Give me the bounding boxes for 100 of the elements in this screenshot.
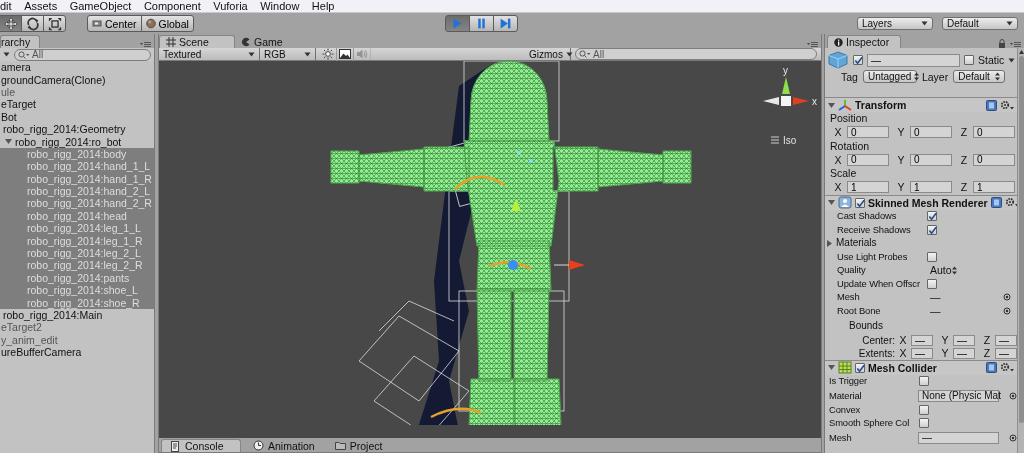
tag-dropdown[interactable]: Untagged xyxy=(862,70,917,83)
scene-toggle-button[interactable] xyxy=(320,47,337,61)
tree-item[interactable]: robo_rigg_2014:ro_bot xyxy=(0,135,154,148)
checkbox[interactable] xyxy=(855,197,865,208)
number-field[interactable]: — xyxy=(953,334,975,346)
layer-dropdown[interactable]: Default xyxy=(953,70,1006,83)
checkbox[interactable] xyxy=(853,55,863,65)
foldout-arrow-icon[interactable] xyxy=(828,364,835,371)
tree-item[interactable]: ule xyxy=(0,85,154,99)
foldout-arrow-icon[interactable] xyxy=(826,239,833,247)
tree-item[interactable]: groundCamera(Clone) xyxy=(0,73,154,86)
help-book-icon[interactable] xyxy=(990,197,1002,208)
number-field[interactable]: 0 xyxy=(973,126,1015,138)
pivot-button[interactable]: Center xyxy=(87,15,142,32)
panel-tab[interactable]: Inspector xyxy=(827,35,901,48)
search-field[interactable]: All xyxy=(14,48,151,61)
object-picker-icon[interactable] xyxy=(1008,391,1017,400)
panel-menu-icon[interactable] xyxy=(140,41,151,48)
foldout-arrow-icon[interactable] xyxy=(828,101,835,109)
number-field[interactable]: 0 xyxy=(910,126,952,138)
panel-tab[interactable]: Project xyxy=(326,439,391,452)
number-field[interactable]: — xyxy=(911,334,933,346)
panel-tab[interactable]: Game xyxy=(235,35,311,48)
dropdown-value[interactable]: Auto xyxy=(927,265,952,276)
gear-icon[interactable] xyxy=(1004,197,1019,208)
gizmos-dropdown[interactable]: Gizmos xyxy=(525,47,571,61)
axis-gizmo-drawing[interactable] xyxy=(763,77,809,106)
panel-menu-icon[interactable] xyxy=(1010,41,1021,48)
pivot-button[interactable]: Global xyxy=(140,15,194,32)
search-icon xyxy=(18,50,30,59)
number-field[interactable]: — xyxy=(995,347,1017,359)
panel-tab[interactable]: Animation xyxy=(245,439,323,452)
menu-item[interactable]: dit xyxy=(0,0,12,12)
property-label: Is Trigger xyxy=(829,376,869,387)
number-field[interactable]: 0 xyxy=(847,153,889,166)
number-field[interactable]: 0 xyxy=(973,153,1015,166)
number-field[interactable]: 0 xyxy=(847,126,889,138)
lock-icon[interactable] xyxy=(998,39,1006,48)
color-mode-dropdown[interactable]: RGB xyxy=(260,47,316,61)
tree-item[interactable]: eTarget xyxy=(0,98,154,111)
object-field[interactable]: None (Physic Mat xyxy=(918,389,999,402)
help-book-icon[interactable] xyxy=(986,99,997,111)
panel-menu-icon[interactable] xyxy=(807,41,818,48)
menu-item[interactable]: Window xyxy=(260,0,300,12)
tool-button[interactable] xyxy=(0,15,22,32)
tool-button[interactable] xyxy=(43,15,66,32)
checkbox[interactable] xyxy=(964,55,974,65)
checkbox[interactable] xyxy=(927,278,937,289)
object-picker-icon[interactable] xyxy=(1008,433,1017,442)
tree-item[interactable]: amera xyxy=(0,61,154,74)
menu-item[interactable]: Component xyxy=(143,0,201,12)
layout-dropdown[interactable]: Default xyxy=(942,17,1018,30)
tree-item[interactable]: robo_rigg_2014:Main xyxy=(0,308,154,322)
checkbox[interactable] xyxy=(927,211,937,222)
layers-dropdown[interactable]: Layers xyxy=(857,17,933,30)
axis-label: X xyxy=(833,126,843,138)
name-field[interactable]: — xyxy=(867,53,960,67)
scroll-up-icon[interactable] xyxy=(1018,50,1024,54)
number-field[interactable]: 1 xyxy=(973,181,1015,193)
tree-item[interactable]: ureBufferCamera xyxy=(0,346,154,359)
checkbox[interactable] xyxy=(919,404,929,415)
foldout-arrow-icon[interactable] xyxy=(828,199,835,206)
checkbox[interactable] xyxy=(855,362,865,373)
number-field[interactable]: 1 xyxy=(910,181,952,193)
checkbox[interactable] xyxy=(919,376,929,387)
search-field[interactable]: All xyxy=(575,48,817,60)
checkbox[interactable] xyxy=(927,251,937,262)
foldout-label[interactable]: Materials xyxy=(836,238,877,249)
tree-item[interactable]: robo_rigg_2014:Geometry xyxy=(0,122,154,136)
gear-icon[interactable] xyxy=(1000,362,1014,373)
menu-item[interactable]: Help xyxy=(311,0,335,12)
render-mode-dropdown[interactable]: Textured xyxy=(159,47,260,61)
panel-tab[interactable]: rarchy xyxy=(0,35,40,48)
gear-icon[interactable] xyxy=(1000,99,1014,111)
number-field[interactable]: 0 xyxy=(910,153,952,166)
menu-item[interactable]: Vuforia xyxy=(213,0,248,12)
menu-item[interactable]: Assets xyxy=(24,0,58,12)
expand-arrow-icon[interactable] xyxy=(5,138,12,146)
number-field[interactable]: 1 xyxy=(847,181,889,193)
number-field[interactable]: — xyxy=(953,347,975,359)
menu-item[interactable]: GameObject xyxy=(69,0,132,12)
checkbox[interactable] xyxy=(927,224,937,235)
help-book-icon[interactable] xyxy=(986,362,997,373)
object-field[interactable]: — xyxy=(918,431,999,444)
axis-label: Y xyxy=(896,126,906,138)
panel-tab[interactable]: Console xyxy=(161,439,241,452)
playback-button[interactable] xyxy=(469,15,494,32)
scrollbar-thumb[interactable] xyxy=(1018,56,1024,423)
tree-item[interactable]: y_anim_edit xyxy=(0,333,154,346)
panel-tab[interactable]: Scene xyxy=(159,35,235,48)
tree-item[interactable]: eTarget2 xyxy=(0,321,154,334)
number-field[interactable]: — xyxy=(911,347,933,359)
number-field[interactable]: — xyxy=(995,334,1017,346)
checkbox[interactable] xyxy=(919,418,929,429)
tool-button[interactable] xyxy=(21,15,44,32)
scene-toggle-button[interactable] xyxy=(337,47,354,61)
playback-button[interactable] xyxy=(493,15,518,32)
projection-label[interactable]: Iso xyxy=(783,135,797,146)
console-icon xyxy=(170,440,181,452)
tree-item[interactable]: Bot xyxy=(0,110,154,123)
